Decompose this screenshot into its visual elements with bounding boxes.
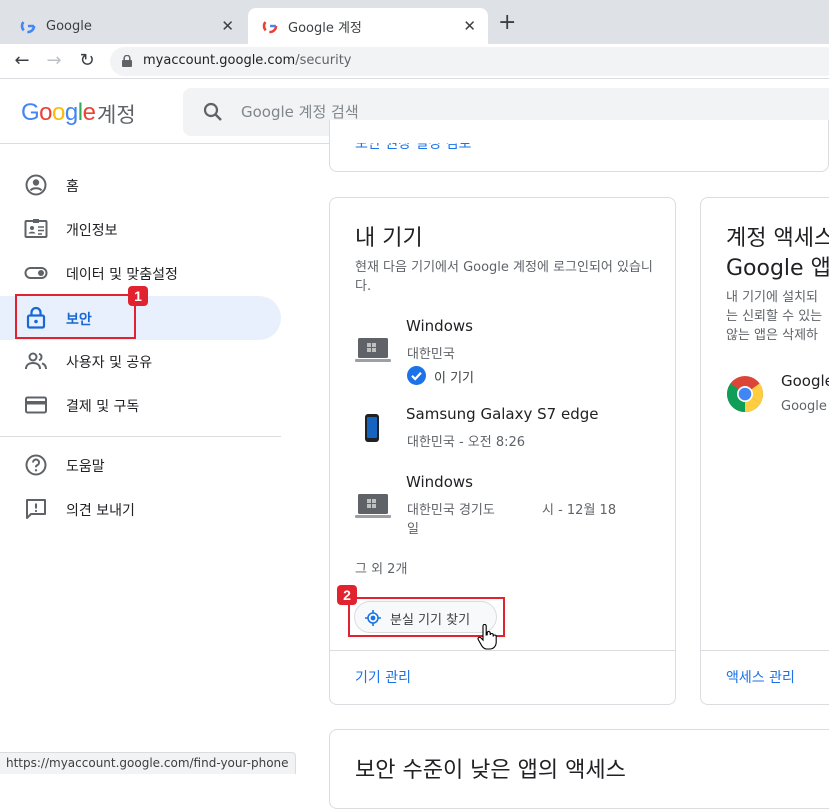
annotation-box [15, 294, 136, 339]
sidebar-item-label: 홈 [66, 179, 79, 195]
browser-tab-bar: Google ✕ Google 계정 ✕ + [0, 0, 829, 44]
sidebar-item-label: 도움말 [66, 459, 105, 475]
phone-icon [365, 414, 379, 442]
google-favicon-icon [262, 18, 278, 34]
browser-tab-title: Google [46, 18, 92, 34]
card-description-line: 내 기기에 설치되 [726, 290, 818, 305]
card-title: 계정 액세스 [726, 226, 829, 251]
manage-access-link[interactable]: 액세스 관리 [726, 667, 795, 687]
sidebar-item-payments[interactable]: 결제 및 구독 [0, 383, 281, 427]
credit-card-icon [25, 396, 47, 414]
toggle-icon [24, 267, 48, 279]
card-title: 내 기기 [355, 226, 423, 251]
url-path: /security [295, 53, 352, 68]
card-divider [701, 650, 829, 651]
annotation-badge: 2 [337, 585, 357, 605]
device-name[interactable]: Windows [406, 473, 473, 491]
card-description-line: 는 신뢰할 수 있는 [726, 309, 823, 324]
reload-icon[interactable]: ↻ [76, 50, 98, 72]
account-access-card: 계정 액세스 Google 앱 내 기기에 설치되 는 신뢰할 수 있는 않는 … [700, 197, 829, 705]
back-icon[interactable]: ← [11, 50, 33, 72]
device-detail: 대한민국 경기도 [407, 503, 495, 518]
annotation-badge: 1 [128, 286, 148, 306]
less-secure-apps-card: 보안 수준이 낮은 앱의 액세스 [329, 729, 829, 809]
chrome-icon [727, 376, 763, 413]
search-icon[interactable] [202, 101, 224, 123]
laptop-icon [355, 494, 391, 518]
google-logo[interactable]: Google [21, 99, 96, 127]
sidebar-item-label: 데이터 및 맞춤설정 [66, 267, 178, 283]
google-favicon-icon [20, 18, 36, 34]
sidebar-item-label: 결제 및 구독 [66, 399, 140, 415]
address-bar[interactable]: myaccount.google.com/security [110, 47, 829, 76]
review-security-link[interactable]: 보안 권장 설정 검토 [355, 143, 471, 153]
card-divider [330, 650, 675, 651]
device-detail: 대한민국 - 오전 8:26 [407, 435, 526, 450]
forward-icon[interactable]: → [43, 50, 65, 72]
device-name[interactable]: Samsung Galaxy S7 edge [406, 405, 598, 423]
close-tab-icon[interactable]: ✕ [221, 17, 234, 35]
card-title-line2: Google 앱 [726, 256, 829, 281]
manage-devices-link[interactable]: 기기 관리 [355, 667, 411, 687]
browser-tab-google-account[interactable]: Google 계정 ✕ [248, 8, 488, 44]
device-detail: 대한민국 [407, 347, 455, 362]
device-name[interactable]: Windows [406, 317, 473, 335]
link-status-bar: https://myaccount.google.com/find-your-p… [0, 752, 296, 774]
sidebar-divider [0, 436, 281, 437]
browser-tab-title: Google 계정 [288, 20, 362, 36]
check-circle-icon [407, 366, 426, 385]
id-card-icon [24, 219, 48, 238]
more-devices-text: 그 외 2개 [355, 562, 408, 577]
lock-icon [122, 55, 132, 67]
sidebar-item-help[interactable]: 도움말 [0, 443, 281, 487]
security-recommendations-card: 보안 권장 설정 검토 [329, 120, 829, 172]
sidebar-item-feedback[interactable]: 의견 보내기 [0, 487, 281, 531]
app-name[interactable]: Google [781, 372, 829, 390]
product-name: 계정 [97, 103, 136, 127]
url-domain: myaccount.google.com [143, 53, 296, 68]
app-subtitle: Google [781, 399, 827, 414]
laptop-icon [355, 338, 391, 362]
sidebar-item-label: 의견 보내기 [66, 503, 135, 519]
close-tab-icon[interactable]: ✕ [463, 17, 476, 35]
url-text: myaccount.google.com/security [143, 53, 352, 68]
help-icon [25, 454, 47, 476]
hand-cursor-icon [477, 624, 497, 650]
new-tab-button[interactable]: + [498, 12, 516, 34]
device-detail-time: 시 - 12월 18 [542, 503, 617, 518]
sidebar-item-personal-info[interactable]: 개인정보 [0, 207, 281, 251]
browser-toolbar: ← → ↻ myaccount.google.com/security [0, 44, 829, 79]
sidebar-item-people-sharing[interactable]: 사용자 및 공유 [0, 339, 281, 383]
sidebar-item-home[interactable]: 홈 [0, 163, 281, 207]
people-icon [25, 352, 47, 370]
device-detail-wrap: 일 [407, 522, 419, 537]
card-description-line: 않는 앱은 삭제하 [726, 328, 818, 343]
sidebar-item-label: 개인정보 [66, 223, 118, 239]
account-circle-icon [25, 174, 47, 196]
sidebar-item-label: 사용자 및 공유 [66, 355, 153, 371]
card-description: 현재 다음 기기에서 Google 계정에 로그인되어 있습니다. [355, 260, 653, 294]
card-title: 보안 수준이 낮은 앱의 액세스 [355, 758, 626, 783]
feedback-icon [26, 499, 46, 519]
browser-tab-google[interactable]: Google ✕ [0, 8, 246, 44]
this-device-label: 이 기기 [434, 371, 475, 386]
